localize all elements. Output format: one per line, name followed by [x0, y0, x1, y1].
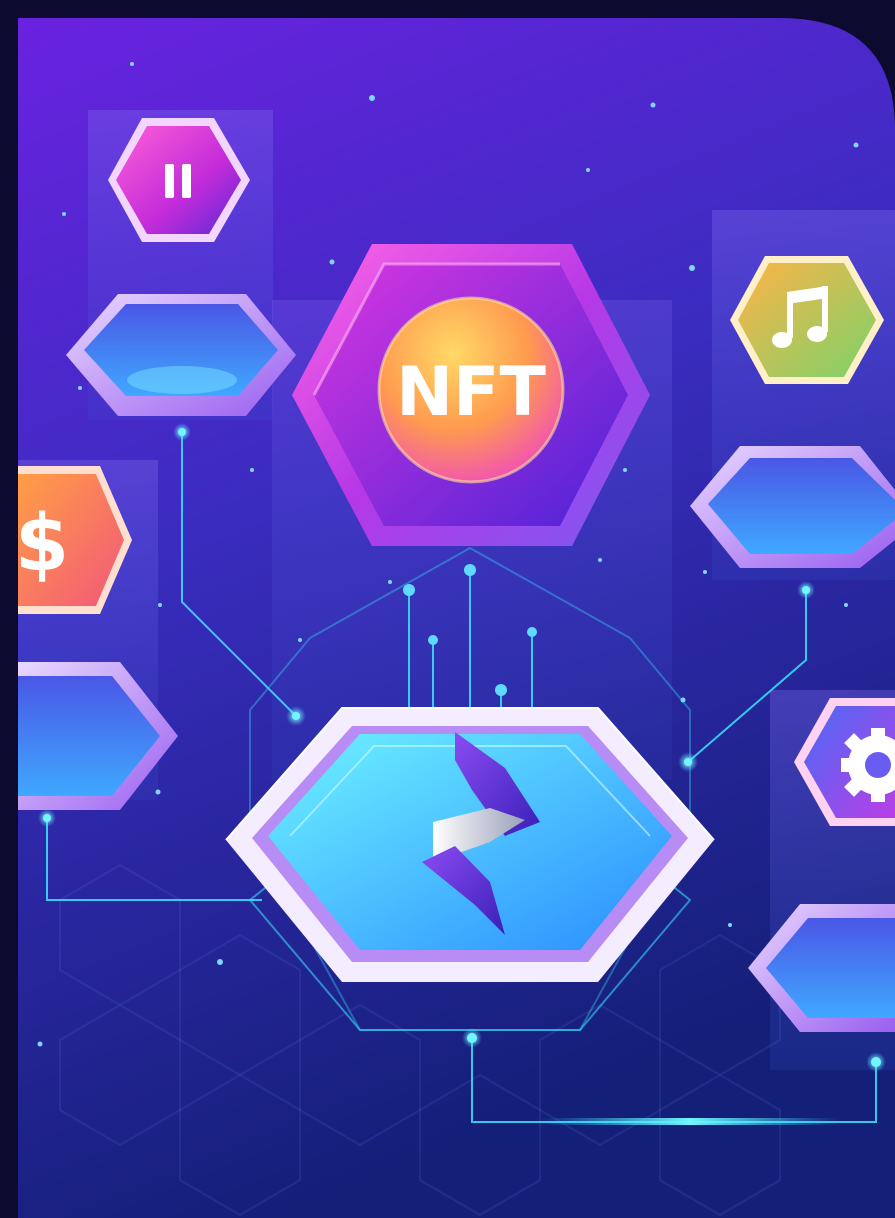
gear-icon [841, 728, 895, 802]
dollar-icon: $ [15, 499, 69, 589]
nft-coin-label: NFT [396, 353, 546, 432]
bottom-glow-line [540, 1118, 840, 1125]
nft-illustration: NFT $ [0, 0, 895, 1218]
